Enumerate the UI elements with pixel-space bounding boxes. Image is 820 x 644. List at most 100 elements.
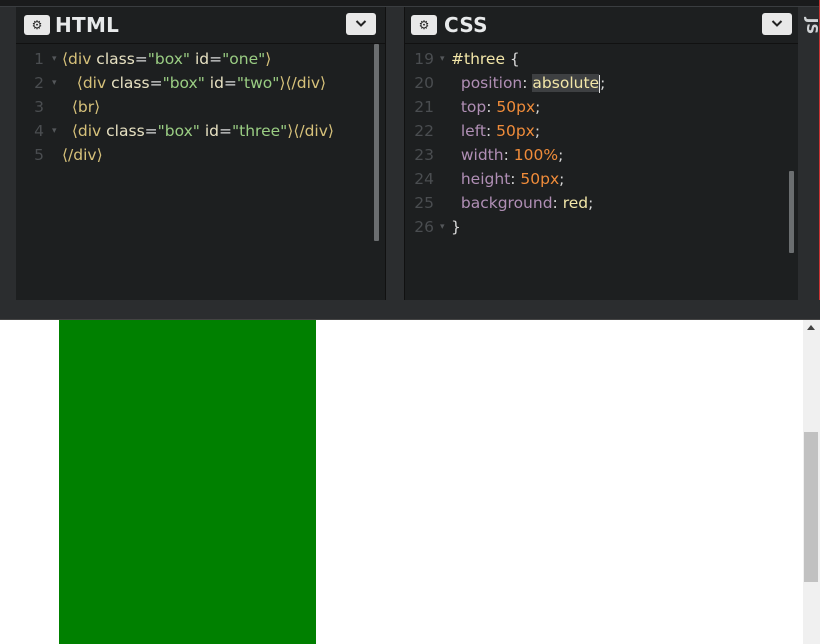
code-token: ; [559,170,565,188]
code-token: = [219,122,232,140]
code-line[interactable]: 3 ⟨br⟩ [16,95,385,119]
scroll-up-arrow-icon[interactable] [807,325,815,330]
code-token: top [460,98,487,116]
code-token: : [503,146,514,164]
code-line[interactable]: 21 top: 50px; [405,95,798,119]
code-token: "three" [232,122,288,140]
html-pane-title: HTML [55,13,120,37]
code-line[interactable]: 1 ▾ ⟨div class="box" id="one"⟩ [16,47,385,71]
code-line[interactable]: 5 ⟨/div⟩ [16,143,385,167]
gear-icon: ⚙ [418,18,430,32]
html-editor-pane[interactable]: ⚙ HTML 1 ▾ ⟨div class="box" id="one"⟩ 2 ▾ ⟨d… [16,7,385,300]
css-editor-scrollbar[interactable] [789,171,794,253]
code-line[interactable]: 25 background: red; [405,191,798,215]
line-number: 25 [414,194,434,212]
line-number: 19 [414,50,434,68]
fold-toggle-icon[interactable]: ▾ [440,47,445,71]
fold-toggle-icon[interactable]: ▾ [52,71,57,95]
css-code-area[interactable]: 19 ▾ #three {20 position: absolute; 21 top:… [405,47,798,239]
code-text: ⟨br⟩ [62,95,100,119]
code-token: = [209,50,223,68]
code-token: : [552,194,563,212]
js-pane-collapsed[interactable] [798,7,820,300]
code-token: id [190,50,210,68]
code-text: position: absolute; [451,71,605,95]
html-editor-scrollbar[interactable] [374,44,379,241]
code-token: left [460,122,486,140]
code-line[interactable]: 4 ▾ ⟨div class="box" id="three"⟩⟨/div⟩ [16,119,385,143]
code-token: ⟩ [265,50,272,68]
editor-preview-resize-bar[interactable] [0,300,820,320]
code-token: 50px [496,122,535,140]
preview-scroll-thumb[interactable] [804,432,818,582]
line-number: 2 [34,74,44,92]
fold-toggle-icon[interactable]: ▾ [52,119,57,143]
code-token: { [505,50,520,68]
code-text: ⟨div class="box" id="two"⟩⟨/div⟩ [62,71,326,95]
code-line[interactable]: 2 ▾ ⟨div class="box" id="two"⟩⟨/div⟩ [16,71,385,95]
code-token: = [144,122,158,140]
line-number: 3 [34,98,44,116]
code-token: id [199,122,219,140]
code-token: absolute [532,74,600,92]
chevron-down-icon [771,20,783,27]
fold-toggle-icon[interactable]: ▾ [440,215,445,239]
code-line[interactable]: 24 height: 50px; [405,167,798,191]
css-editor-pane[interactable]: ⚙ CSS 19 ▾ #three {20 position: absolute; 2… [405,7,798,300]
code-token: 50px [496,98,536,116]
html-collapse-button[interactable] [346,13,376,35]
code-text: ⟨div class="box" id="three"⟩⟨/div⟩ [62,119,334,143]
code-token: class [106,74,150,92]
code-token: "box" [147,50,191,68]
top-strip [0,0,820,7]
code-token: position [460,74,523,92]
code-token: = [149,74,163,92]
code-token: : [510,170,521,188]
preview-green-box [59,320,316,644]
code-token: : [522,74,533,92]
html-settings-button[interactable]: ⚙ [24,15,50,35]
code-token: "two" [236,74,280,92]
code-token: : [485,122,497,140]
code-token: ; [600,74,606,92]
code-token: ; [558,146,564,164]
code-line[interactable]: 22 left: 50px; [405,119,798,143]
code-token: } [451,218,461,236]
code-token: ⟨br⟩ [71,98,101,116]
code-token: "box" [162,74,205,92]
code-token: ⟨div [62,50,92,68]
line-number: 22 [414,122,434,140]
code-token: 100% [513,146,559,164]
line-number: 21 [414,98,434,116]
code-token: width [460,146,504,164]
code-line[interactable]: 23 width: 100%; [405,143,798,167]
code-token: = [223,74,237,92]
code-line[interactable]: 20 position: absolute; [405,71,798,95]
code-token: "one" [222,50,266,68]
gear-icon: ⚙ [31,18,43,32]
code-token: id [204,74,224,92]
code-text: } [451,215,461,239]
pane-resize-handle[interactable] [385,7,405,300]
code-token: ⟩⟨/div⟩ [279,74,327,92]
js-pane-label[interactable]: JS [797,17,820,35]
result-preview[interactable] [0,320,803,644]
fold-toggle-icon[interactable]: ▾ [52,47,57,71]
code-token: class [101,122,145,140]
code-text: height: 50px; [451,167,565,191]
html-code-area[interactable]: 1 ▾ ⟨div class="box" id="one"⟩ 2 ▾ ⟨div clas… [16,47,385,167]
css-settings-button[interactable]: ⚙ [411,15,437,35]
css-collapse-button[interactable] [762,13,792,35]
preview-scrollbar[interactable] [803,320,820,644]
code-line[interactable]: 19 ▾ #three { [405,47,798,71]
code-line[interactable]: 26 ▾} [405,215,798,239]
code-token: height [460,170,511,188]
line-number: 26 [414,218,434,236]
code-token: ; [534,122,541,140]
line-number: 5 [34,146,44,164]
code-token: 50px [520,170,560,188]
code-token: ⟩⟨/div⟩ [287,122,334,140]
line-number: 20 [414,74,434,92]
code-token: ; [588,194,594,212]
code-token: class [91,50,135,68]
